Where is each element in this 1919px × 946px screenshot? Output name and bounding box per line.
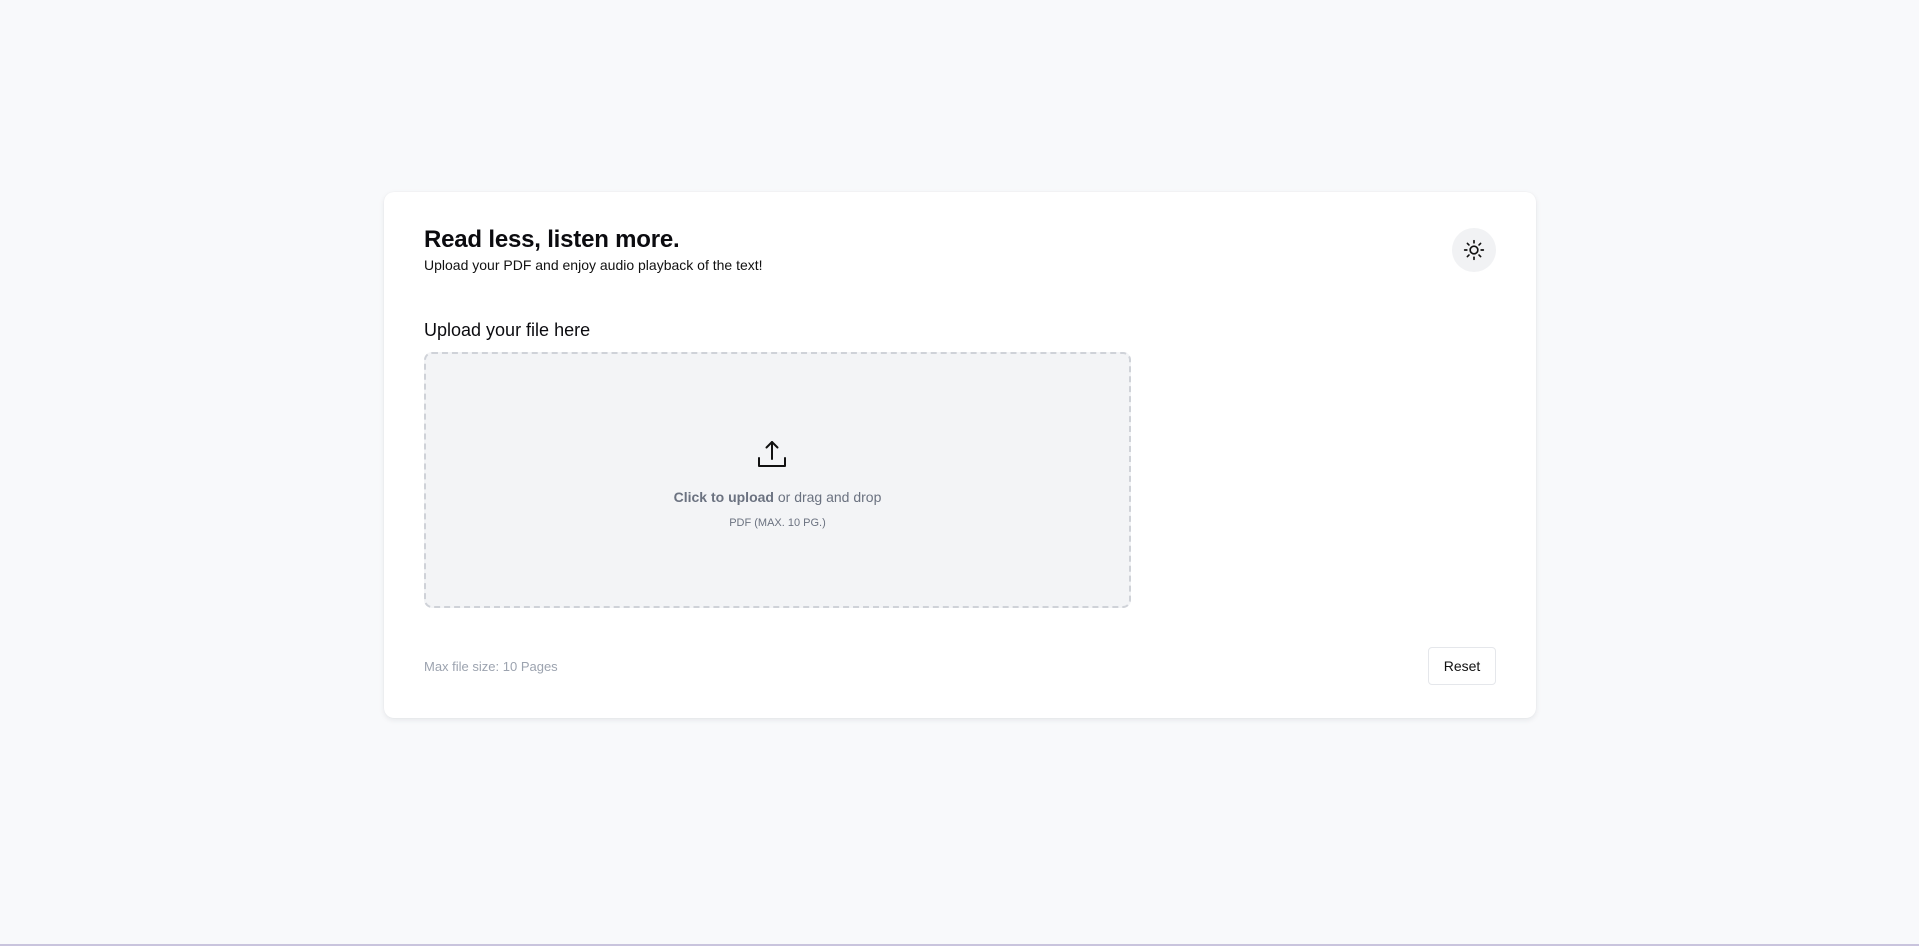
page-title: Read less, listen more. — [424, 226, 680, 253]
upload-card: Read less, listen more. Upload your PDF … — [384, 192, 1536, 718]
max-file-size-note: Max file size: 10 Pages — [424, 659, 558, 674]
page: Read less, listen more. Upload your PDF … — [0, 0, 1919, 946]
file-type-hint: PDF (MAX. 10 PG.) — [729, 517, 826, 529]
sun-icon — [1463, 239, 1485, 261]
file-dropzone[interactable]: Click to upload or drag and drop PDF (MA… — [424, 352, 1131, 608]
theme-toggle-button[interactable] — [1452, 228, 1496, 272]
page-subtitle: Upload your PDF and enjoy audio playback… — [424, 257, 763, 273]
reset-button[interactable]: Reset — [1428, 647, 1496, 685]
upload-section-label: Upload your file here — [424, 320, 591, 340]
upload-instruction: Click to upload or drag and drop — [426, 489, 1129, 505]
click-to-upload-link[interactable]: Click to upload — [674, 489, 774, 505]
upload-icon — [758, 441, 786, 467]
drag-and-drop-text: or drag and drop — [773, 489, 882, 505]
